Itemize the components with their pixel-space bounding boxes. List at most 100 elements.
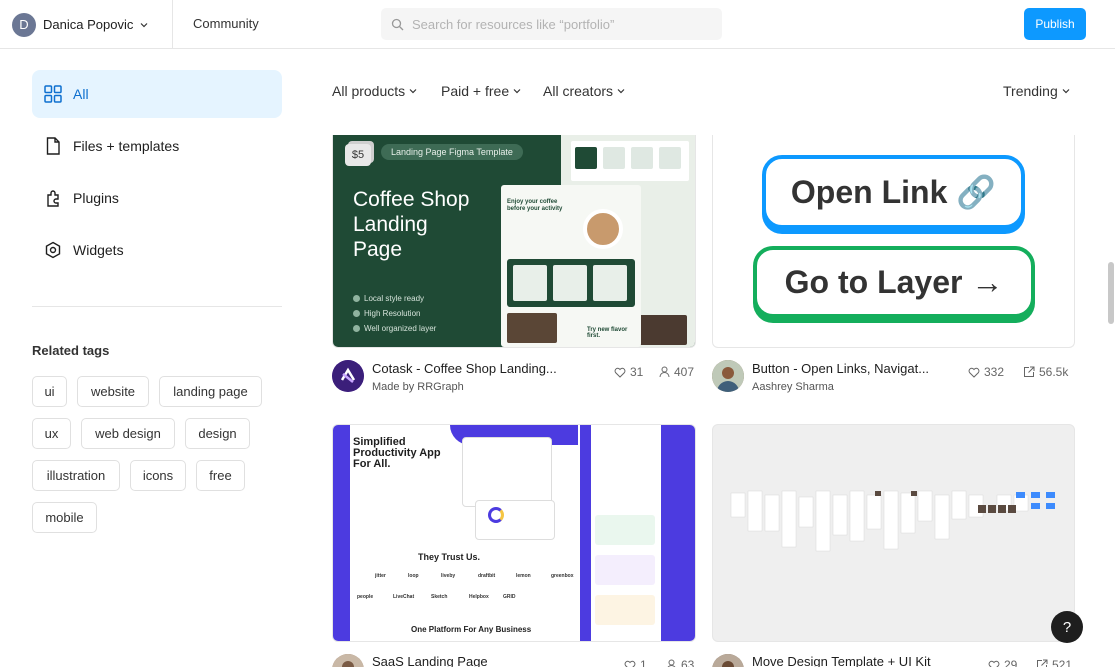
- price-badge: $5: [345, 144, 371, 166]
- community-link[interactable]: Community: [193, 16, 259, 31]
- like-count[interactable]: 29: [988, 658, 1017, 667]
- card-title[interactable]: SaaS Landing Page: [372, 654, 488, 667]
- feature-item: High Resolution: [353, 309, 420, 318]
- user-value: 521: [1052, 658, 1073, 667]
- filter-label: Paid + free: [441, 83, 510, 99]
- filter-label: All creators: [543, 83, 614, 99]
- sidebar-item-label: Widgets: [73, 242, 124, 258]
- tag-icons[interactable]: icons: [130, 460, 186, 491]
- like-value: 31: [630, 365, 644, 379]
- template-pill: Landing Page Figma Template: [381, 144, 523, 160]
- publish-button[interactable]: Publish: [1024, 8, 1086, 40]
- tag-landing-page[interactable]: landing page: [159, 376, 262, 407]
- page-scrollbar[interactable]: [1108, 262, 1114, 324]
- user-count: 56.5k: [1023, 365, 1068, 379]
- filter-products[interactable]: All products: [332, 83, 417, 99]
- brand-logo: jitter: [375, 573, 386, 579]
- sidebar-item-all[interactable]: All: [32, 70, 282, 118]
- product-tile: [593, 265, 627, 301]
- tag-free[interactable]: free: [196, 460, 245, 491]
- tag-website[interactable]: website: [77, 376, 149, 407]
- title-line: Landing: [353, 213, 428, 236]
- tag-ui[interactable]: ui: [32, 376, 67, 407]
- user-value: 56.5k: [1039, 365, 1069, 379]
- mockup-screen: Enjoy your coffee before your activity T…: [501, 185, 641, 347]
- mockup-products: [507, 259, 635, 307]
- tag-web-design[interactable]: web design: [81, 418, 175, 449]
- user-icon: [667, 659, 676, 667]
- header-divider: [172, 0, 173, 48]
- user-name: Danica Popovic: [43, 17, 134, 32]
- brand-logo: draftbit: [478, 573, 496, 579]
- creator-avatar[interactable]: [712, 360, 744, 392]
- creator-avatar[interactable]: [712, 654, 744, 667]
- chevron-down-icon: [1062, 89, 1070, 94]
- sidebar-item-plugins[interactable]: Plugins: [32, 174, 282, 222]
- tag-ux[interactable]: ux: [32, 418, 71, 449]
- check-icon: [353, 325, 360, 332]
- card-title[interactable]: Cotask - Coffee Shop Landing...: [372, 361, 557, 376]
- card-author[interactable]: Made by RRGraph: [372, 381, 464, 393]
- mockup-panel: [591, 425, 661, 641]
- filter-creators[interactable]: All creators: [543, 83, 625, 99]
- card-thumbnail-coffee-shop[interactable]: Enjoy your coffee before your activity T…: [332, 135, 696, 348]
- person-avatar-icon: [332, 654, 364, 667]
- heart-icon: [624, 660, 636, 667]
- card-thumbnail-move-design[interactable]: [712, 424, 1075, 642]
- widget-icon: [44, 241, 62, 259]
- user-icon: [659, 366, 670, 378]
- creator-avatar[interactable]: [332, 654, 364, 667]
- mockup-card: [595, 595, 655, 625]
- help-button[interactable]: ?: [1051, 611, 1083, 643]
- brand-logo: greenbox: [551, 573, 574, 579]
- like-count[interactable]: 1: [624, 658, 647, 667]
- check-icon: [353, 310, 360, 317]
- related-tags-title: Related tags: [32, 343, 110, 358]
- brand-logo: Sketch: [431, 594, 448, 600]
- brand-logo: people: [357, 594, 374, 600]
- sidebar-item-widgets[interactable]: Widgets: [32, 226, 282, 274]
- sort-dropdown[interactable]: Trending: [1003, 83, 1070, 99]
- like-count[interactable]: 332: [968, 365, 1004, 379]
- sidebar-item-label: All: [73, 86, 89, 102]
- tag-design[interactable]: design: [185, 418, 250, 449]
- open-external-icon: [1024, 366, 1035, 377]
- user-avatar: D: [12, 12, 36, 37]
- search-input[interactable]: [412, 16, 702, 32]
- heart-icon: [614, 367, 626, 378]
- like-value: 29: [1004, 658, 1018, 667]
- search-bar[interactable]: [381, 8, 722, 40]
- card-title[interactable]: Button - Open Links, Navigat...: [752, 361, 929, 376]
- platform-heading: One Platform For Any Business: [411, 625, 532, 634]
- tag-mobile[interactable]: mobile: [32, 502, 97, 533]
- brand-logo: LiveChat: [393, 594, 415, 600]
- like-value: 1: [640, 658, 647, 667]
- mockup-photo: [635, 315, 687, 345]
- user-count: 63: [666, 658, 694, 667]
- chevron-down-icon: [409, 89, 417, 94]
- creator-avatar[interactable]: [332, 360, 364, 392]
- like-count[interactable]: 31: [614, 365, 643, 379]
- mockup-tile: [631, 147, 653, 169]
- plugin-icon: [44, 189, 62, 207]
- user-count: 521: [1036, 658, 1072, 667]
- cotask-logo-icon: [332, 360, 364, 392]
- card-author[interactable]: Aashrey Sharma: [752, 381, 834, 393]
- filter-price[interactable]: Paid + free: [441, 83, 521, 99]
- mockup-tile: [659, 147, 681, 169]
- card-thumbnail-saas[interactable]: Simplified Productivity App For All. The…: [332, 424, 696, 642]
- top-bar: D Danica Popovic Community Publish: [0, 0, 1115, 49]
- mockup-heading: Enjoy your coffee before your activity: [507, 199, 563, 212]
- card-title[interactable]: Move Design Template + UI Kit: [752, 654, 931, 667]
- card-thumbnail-button[interactable]: Open Link 🔗 Go to Layer →: [712, 135, 1075, 348]
- user-menu[interactable]: D Danica Popovic: [12, 12, 148, 37]
- product-tile: [553, 265, 587, 301]
- feature-item: Local style ready: [353, 294, 424, 303]
- sidebar-divider: [32, 306, 282, 307]
- tag-illustration[interactable]: illustration: [32, 460, 120, 491]
- sidebar-item-files-templates[interactable]: Files + templates: [32, 122, 282, 170]
- brand-logo: loop: [408, 573, 419, 579]
- product-tile: [513, 265, 547, 301]
- filter-label: All products: [332, 83, 406, 99]
- feature-label: High Resolution: [364, 309, 421, 318]
